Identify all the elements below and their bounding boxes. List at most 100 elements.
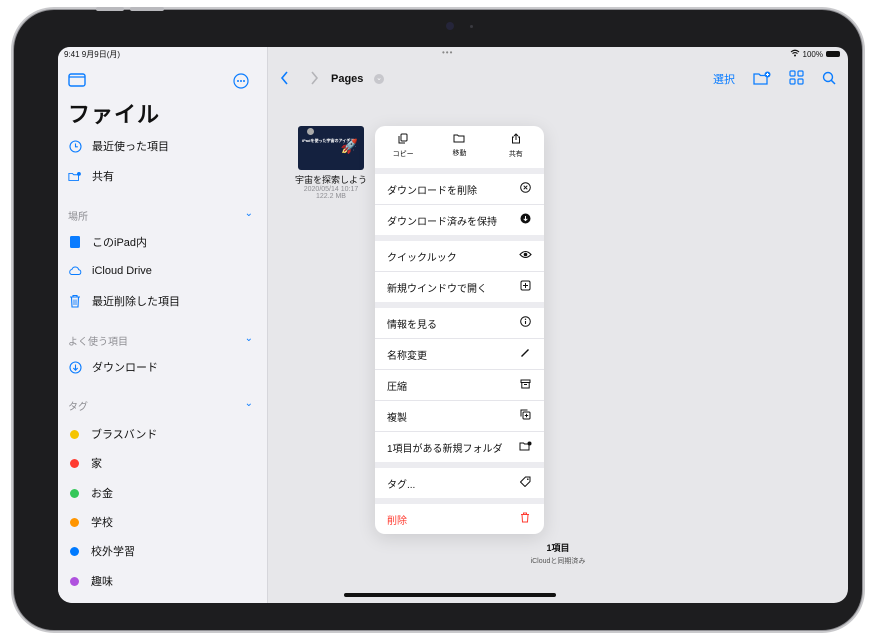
sidebar-item-tag-field-trip[interactable]: 校外学習	[68, 541, 135, 561]
tag-color-dot	[70, 517, 79, 527]
sidebar-item-label: 趣味	[91, 576, 113, 588]
menu-rename[interactable]: 名称変更	[375, 339, 544, 370]
plus-square-icon	[518, 280, 532, 294]
menu-item-label: クイックルック	[387, 252, 457, 264]
menu-get-info[interactable]: 情報を見る	[375, 308, 544, 339]
home-indicator[interactable]	[344, 593, 556, 597]
file-thumbnail: iPadを使った宇宙のアイデア 🚀	[298, 126, 364, 170]
file-size: 122.2 MB	[316, 193, 346, 200]
sidebar-item-label: ブラスバンド	[91, 429, 158, 441]
top-button	[130, 7, 164, 11]
new-folder-icon[interactable]	[753, 71, 771, 88]
menu-new-folder-with-item[interactable]: 1項目がある新規フォルダ	[375, 432, 544, 468]
share-button[interactable]: 共有	[488, 126, 544, 168]
menu-compress[interactable]: 圧縮	[375, 370, 544, 401]
menu-keep-downloaded[interactable]: ダウンロード済みを保持	[375, 205, 544, 241]
camera-sensor	[470, 25, 473, 28]
sidebar-item-label: iCloud Drive	[92, 265, 152, 277]
status-bar-right: ••• 100%	[268, 47, 848, 61]
tag-color-dot	[70, 576, 79, 586]
move-button[interactable]: 移動	[431, 126, 487, 168]
clock-icon	[68, 139, 82, 153]
tag-color-dot	[70, 458, 79, 468]
eye-icon	[518, 250, 532, 262]
sidebar-item-recents[interactable]: 最近使った項目	[68, 136, 169, 156]
moon-shape	[307, 128, 314, 135]
download-icon	[68, 360, 82, 374]
new-folder-icon	[518, 441, 532, 454]
sidebar-item-tag-hobby[interactable]: 趣味	[68, 571, 113, 591]
sidebar-item-tag-brass-band[interactable]: ブラスバンド	[68, 424, 157, 444]
sidebar-item-tag-school[interactable]: 学校	[68, 512, 113, 532]
sidebar-item-label: ダウンロード	[92, 362, 158, 374]
cloud-icon	[68, 264, 82, 278]
multitasking-dots[interactable]: •••	[442, 48, 453, 57]
camera	[446, 22, 454, 30]
section-header-favorites[interactable]: よく使う項目 ⌄	[68, 333, 253, 348]
file-item[interactable]: iPadを使った宇宙のアイデア 🚀 宇宙を探索しよう 2020/05/14 10…	[288, 126, 374, 200]
trash-icon	[518, 512, 532, 526]
menu-quick-look[interactable]: クイックルック	[375, 241, 544, 272]
menu-item-label: 圧縮	[387, 381, 407, 393]
chevron-down-icon: ⌄	[244, 333, 253, 344]
menu-item-label: タグ...	[387, 479, 416, 491]
section-header-locations[interactable]: 場所 ⌄	[68, 208, 253, 223]
sidebar: 9:41 9月9日(月) ファイル 最近使った項目 共有 場所 ⌄ このiPad…	[58, 47, 268, 603]
battery-percent: 100%	[802, 49, 823, 59]
menu-duplicate[interactable]: 複製	[375, 401, 544, 432]
menu-tags[interactable]: タグ...	[375, 468, 544, 504]
grid-view-icon[interactable]	[789, 70, 804, 88]
menu-item-label: 複製	[387, 412, 407, 424]
sidebar-item-label: お金	[91, 488, 113, 500]
sidebar-toggle-icon[interactable]	[68, 73, 86, 92]
menu-delete[interactable]: 削除	[375, 504, 544, 534]
page-title: ファイル	[68, 102, 161, 127]
menu-item-label: 新規ウインドウで開く	[387, 283, 487, 295]
share-icon	[488, 133, 544, 147]
section-label: よく使う項目	[68, 337, 128, 348]
rocket-icon: 🚀	[340, 138, 358, 154]
section-label: タグ	[68, 402, 88, 413]
sidebar-item-recently-deleted[interactable]: 最近削除した項目	[68, 291, 180, 311]
tag-color-dot	[70, 429, 79, 439]
status-indicators: 100%	[790, 49, 840, 59]
sidebar-item-on-ipad[interactable]: このiPad内	[68, 232, 147, 252]
copy-label: コピー	[392, 151, 414, 158]
pencil-icon	[518, 348, 532, 361]
share-label: 共有	[508, 151, 523, 158]
select-button[interactable]: 選択	[713, 71, 735, 87]
toolbar: 選択	[713, 70, 836, 88]
section-label: 場所	[68, 212, 88, 223]
chevron-down-icon: ⌄	[244, 208, 253, 219]
main-pane: ••• 100% Pages ⌄ 選択 iPadを使った宇宙のアイデア 🚀 宇宙…	[268, 47, 848, 603]
sidebar-item-tag-money[interactable]: お金	[68, 483, 113, 503]
down-circle-icon	[518, 213, 532, 227]
sidebar-item-tag-home[interactable]: 家	[68, 453, 102, 473]
folder-title[interactable]: Pages	[331, 73, 363, 85]
forward-chevron-icon[interactable]	[310, 71, 319, 88]
menu-item-label: ダウンロード済みを保持	[387, 216, 497, 228]
chevron-down-icon[interactable]: ⌄	[374, 74, 384, 84]
menu-item-label: 情報を見る	[387, 319, 437, 331]
search-icon[interactable]	[822, 71, 836, 88]
menu-open-new-window[interactable]: 新規ウインドウで開く	[375, 272, 544, 308]
file-date: 2020/05/14 10:17	[303, 186, 359, 193]
screen: 9:41 9月9日(月) ファイル 最近使った項目 共有 場所 ⌄ このiPad…	[58, 47, 848, 603]
sidebar-item-label: 学校	[91, 517, 113, 529]
more-icon[interactable]	[233, 73, 249, 94]
sidebar-item-icloud[interactable]: iCloud Drive	[68, 261, 152, 281]
sidebar-item-downloads[interactable]: ダウンロード	[68, 357, 158, 377]
menu-item-label: 1項目がある新規フォルダ	[387, 443, 503, 455]
menu-remove-download[interactable]: ダウンロードを削除	[375, 174, 544, 205]
sync-status: iCloudと同期済み	[530, 558, 586, 565]
back-chevron-icon[interactable]	[280, 71, 289, 88]
battery-icon	[826, 51, 840, 57]
folder-footer: 1項目 iCloudと同期済み	[268, 541, 848, 566]
copy-button[interactable]: コピー	[375, 126, 431, 168]
tag-color-dot	[70, 488, 79, 498]
menu-item-label: ダウンロードを削除	[387, 185, 477, 197]
sidebar-item-shared[interactable]: 共有	[68, 166, 114, 186]
top-button	[96, 7, 124, 11]
section-header-tags[interactable]: タグ ⌄	[68, 398, 253, 413]
tag-color-dot	[70, 546, 79, 556]
